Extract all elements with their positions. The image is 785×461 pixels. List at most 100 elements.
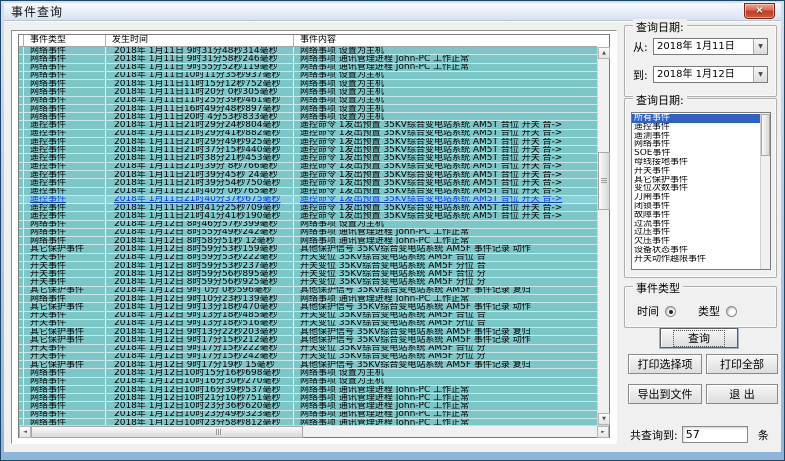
vertical-scroll-thumb[interactable] (598, 152, 610, 210)
table-row[interactable]: 网络事件 2018年 1月11日20时 4分53秒833毫秒 网络事项 设置为主… (19, 113, 599, 121)
list-item[interactable]: 闭锁事件 (632, 202, 760, 211)
table-row[interactable]: 遥控事件 2018年 1月11日21时29分49秒925毫秒 遥控命令 1发出预… (19, 138, 599, 146)
list-item[interactable]: 过压事件 (632, 228, 760, 237)
listbox-scroll-thumb[interactable] (761, 114, 770, 156)
table-row[interactable]: 遥控事件 2018年 1月11日21时40分37秒675毫秒 遥控命令 1发出预… (19, 196, 599, 204)
radio-icon[interactable] (665, 306, 676, 317)
list-item[interactable]: 遥控事件 (632, 123, 760, 132)
table-row[interactable]: 遥控事件 2018年 1月11日21时39分45秒 24毫秒 遥控命令 1发出预… (19, 171, 599, 179)
list-item[interactable]: 故障事件 (632, 211, 760, 220)
column-header-time[interactable]: 发生时间 (106, 35, 294, 46)
table-row[interactable]: 网络事件 2018年 1月11日11时20分 0秒305毫秒 网络事项 设置为主… (19, 88, 599, 96)
table-row[interactable]: 其它保护事件 2018年 1月12日 9时17分15秒212毫秒 其他保护信号 … (19, 336, 599, 344)
table-row[interactable]: 开关事件 2018年 1月12日 9时13分18秒485毫秒 开关变位 35KV… (19, 312, 599, 320)
list-item[interactable]: 欠压事件 (632, 237, 760, 246)
table-row[interactable]: 其它保护事件 2018年 1月12日 9时17分19秒 15毫秒 其他保护信号 … (19, 361, 599, 369)
list-item[interactable]: 开关事件 (632, 167, 760, 176)
table-row[interactable]: 网络事件 2018年 1月12日 8时58分51秒 12毫秒 网络事项 通讯管理… (19, 237, 599, 245)
horizontal-scrollbar[interactable]: ◄ ► (19, 425, 609, 437)
cell-content: 网络事项 通讯管理进程 John-PC 工作正常 (294, 394, 599, 401)
query-button[interactable]: 查询 (660, 328, 738, 348)
table-row[interactable]: 网络事件 2018年 1月11日11时15分12秒752毫秒 网络事项 设置为主… (19, 80, 599, 88)
table-row[interactable]: 开关事件 2018年 1月12日 8时59分53秒222毫秒 开关变位 35KV… (19, 254, 599, 262)
table-row[interactable]: 网络事件 2018年 1月12日 9时10分23秒139毫秒 网络事项 通讯管理… (19, 295, 599, 303)
scroll-down-icon[interactable]: ▼ (598, 413, 610, 425)
table-row[interactable]: 网络事件 2018年 1月12日 8时46分57秒399毫秒 网络事项 设置为主… (19, 221, 599, 229)
table-row[interactable]: 开关事件 2018年 1月12日 9时17分15秒222毫秒 开关变位 35KV… (19, 345, 599, 353)
scroll-left-icon[interactable]: ◄ (19, 426, 31, 438)
list-item[interactable]: SOE事件 (632, 149, 760, 158)
list-item[interactable]: 开关动作越限事件 (632, 255, 760, 264)
table-row[interactable]: 网络事件 2018年 1月12日10时16分30秒270毫秒 网络事项 设置为主… (19, 378, 599, 386)
table-row[interactable]: 遥控事件 2018年 1月11日21时39分 8秒766毫秒 遥控命令 1发出预… (19, 163, 599, 171)
table-row[interactable]: 遥控事件 2018年 1月11日21时38分21秒453毫秒 遥控命令 1发出预… (19, 154, 599, 162)
table-row[interactable]: 其它保护事件 2018年 1月12日 9时13分18秒470毫秒 其他保护信号 … (19, 303, 599, 311)
list-item[interactable]: 其它保护事件 (632, 176, 760, 185)
result-count-field[interactable]: 57 (682, 426, 748, 443)
table-row[interactable]: 开关事件 2018年 1月12日 8时59分56秒895毫秒 开关变位 35KV… (19, 270, 599, 278)
cell-time: 2018年 1月12日 9时17分15秒242毫秒 (106, 353, 294, 360)
table-row[interactable]: 其它保护事件 2018年 1月12日 8时59分53秒159毫秒 其他保护信号 … (19, 245, 599, 253)
cell-event-type: 网络事件 (24, 97, 106, 104)
query-items-group: 查询日期: 所有事件遥控事件遥测事件网络事件SOE事件母线接地事件开关事件其它保… (624, 98, 777, 278)
table-row[interactable]: 网络事件 2018年 1月11日10时11分35秒937毫秒 网络事项 设置为主… (19, 72, 599, 80)
list-item[interactable]: 遥测事件 (632, 132, 760, 141)
table-row[interactable]: 网络事件 2018年 1月12日10时21分10秒751毫秒 网络事项 通讯管理… (19, 394, 599, 402)
column-header-content[interactable]: 事件内容 (294, 35, 597, 46)
close-button[interactable]: × (744, 3, 775, 19)
radio-option[interactable]: 时间 (637, 303, 676, 319)
list-item[interactable]: 过流事件 (632, 220, 760, 229)
table-row[interactable]: 网络事件 2018年 1月11日11时25分39秒461毫秒 网络事项 设置为主… (19, 97, 599, 105)
print-selected-button[interactable]: 打印选择项 (628, 354, 702, 374)
cell-content: 遥控命令 1发出预置 35KV综合变电站系统 AM5T 合位 开关 合-> (294, 171, 599, 178)
table-row[interactable]: 网络事件 2018年 1月11日 9时55分52秒119毫秒 网络事项 通讯管理… (19, 64, 599, 72)
event-type-listbox[interactable]: 所有事件遥控事件遥测事件网络事件SOE事件母线接地事件开关事件其它保护事件变位次… (631, 112, 771, 270)
table-row[interactable]: 遥控事件 2018年 1月11日21时41分41秒190毫秒 遥控命令 1发出预… (19, 212, 599, 220)
cell-content: 遥控命令 1发出预置 35KV综合变电站系统 AM5T 合位 开关 合-> (294, 138, 599, 145)
vertical-scrollbar[interactable]: ▲ ▼ (597, 47, 609, 425)
listbox-scrollbar[interactable] (760, 113, 770, 269)
table-row[interactable]: 遥控事件 2018年 1月11日21时29分24秒804毫秒 遥控命令 1发出预… (19, 121, 599, 129)
table-row[interactable]: 遥控事件 2018年 1月11日21时41分25秒709毫秒 遥控命令 1发出预… (19, 204, 599, 212)
table-row[interactable]: 其它保护事件 2018年 1月12日 9时 0分 0秒596毫秒 其他保护信号 … (19, 287, 599, 295)
print-all-button[interactable]: 打印全部 (706, 354, 778, 374)
table-row[interactable]: 开关事件 2018年 1月12日 8时59分53秒237毫秒 开关变位 35KV… (19, 262, 599, 270)
scroll-up-icon[interactable]: ▲ (598, 47, 610, 59)
table-row[interactable]: 网络事件 2018年 1月11日 9时31分48秒314毫秒 网络事项 设置为主… (19, 47, 599, 55)
list-item[interactable]: 网络事件 (632, 140, 760, 149)
column-header-event-type[interactable]: 事件类型 (24, 35, 106, 46)
list-item[interactable]: 刀闸事件 (632, 193, 760, 202)
date-to-combobox[interactable]: 2018年 1月12日 ▼ (653, 66, 768, 83)
dropdown-arrow-icon[interactable]: ▼ (753, 67, 767, 82)
export-to-file-button[interactable]: 导出到文件 (628, 384, 702, 404)
table-row[interactable]: 网络事件 2018年 1月11日16时49分48秒897毫秒 网络事项 设置为主… (19, 105, 599, 113)
date-from-combobox[interactable]: 2018年 1月11日 ▼ (653, 38, 768, 55)
list-item[interactable]: 所有事件 (632, 114, 760, 123)
list-item[interactable]: 设备状态事件 (632, 246, 760, 255)
table-row[interactable]: 遥控事件 2018年 1月11日21时37分15秒440毫秒 遥控命令 1发出预… (19, 146, 599, 154)
table-row[interactable]: 网络事件 2018年 1月12日10时16分39秒537毫秒 网络事项 通讯管理… (19, 386, 599, 394)
table-row[interactable]: 网络事件 2018年 1月12日10时15分16秒698毫秒 网络事项 设置为主… (19, 369, 599, 377)
table-row[interactable]: 其它保护事件 2018年 1月12日 9时13分22秒203毫秒 其他保护信号 … (19, 328, 599, 336)
table-row[interactable]: 网络事件 2018年 1月11日 9时31分58秒246毫秒 网络事项 通讯管理… (19, 55, 599, 63)
table-row[interactable]: 网络事件 2018年 1月12日10时23分36秒620毫秒 网络事项 通讯管理… (19, 402, 599, 410)
radio-icon[interactable] (726, 306, 737, 317)
horizontal-scroll-thumb[interactable] (31, 426, 303, 438)
cell-event-type: 网络事件 (24, 105, 106, 112)
cell-event-type: 遥控事件 (24, 171, 106, 178)
table-row[interactable]: 开关事件 2018年 1月12日 9时17分15秒242毫秒 开关变位 35KV… (19, 353, 599, 361)
table-row[interactable]: 遥控事件 2018年 1月11日21时39分54秒750毫秒 遥控命令 1发出预… (19, 179, 599, 187)
dropdown-arrow-icon[interactable]: ▼ (753, 39, 767, 54)
table-row[interactable]: 遥控事件 2018年 1月11日21时40分 0秒765毫秒 遥控命令 1发出预… (19, 188, 599, 196)
scroll-right-icon[interactable]: ► (597, 426, 609, 438)
table-row[interactable]: 开关事件 2018年 1月12日 8时59分56秒925毫秒 开关变位 35KV… (19, 278, 599, 286)
table-row[interactable]: 网络事件 2018年 1月12日 8时55分49秒242毫秒 网络事项 通讯管理… (19, 229, 599, 237)
radio-option[interactable]: 类型 (698, 303, 737, 319)
table-row[interactable]: 开关事件 2018年 1月12日 9时13分18秒516毫秒 开关变位 35KV… (19, 320, 599, 328)
list-item[interactable]: 变位次数事件 (632, 184, 760, 193)
table-row[interactable]: 网络事件 2018年 1月12日10时23分49秒323毫秒 网络事项 通讯管理… (19, 411, 599, 419)
date-to-label: 到: (633, 67, 653, 83)
table-row[interactable]: 遥控事件 2018年 1月11日21时29分41秒882毫秒 遥控命令 1发出预… (19, 130, 599, 138)
exit-button[interactable]: 退 出 (706, 384, 778, 404)
list-item[interactable]: 母线接地事件 (632, 158, 760, 167)
